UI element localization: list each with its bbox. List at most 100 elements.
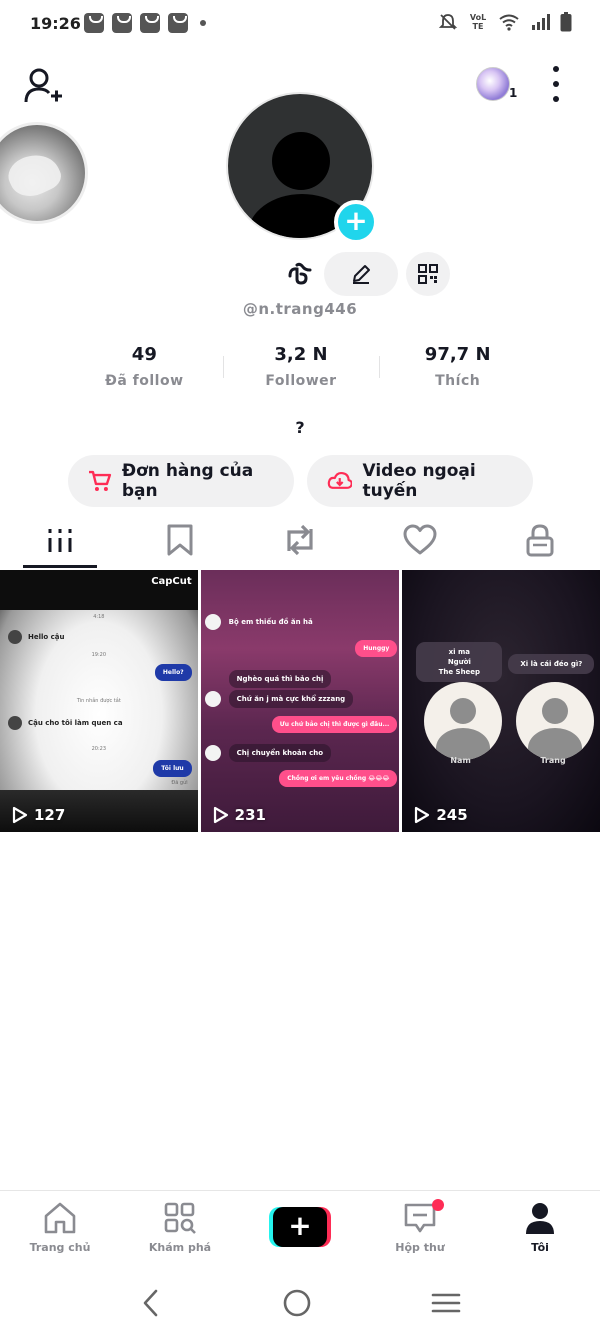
status-bar: 19:26 VoLTE <box>0 0 600 50</box>
tiktok-logo-icon[interactable] <box>286 260 314 288</box>
capcut-watermark: CapCut <box>151 576 192 587</box>
your-orders-label: Đơn hàng của bạn <box>121 461 254 501</box>
nav-create[interactable]: + <box>240 1191 360 1270</box>
shop-notification-icon <box>84 13 104 33</box>
account-switch-avatar[interactable] <box>476 67 510 101</box>
more-notifications-dot-icon <box>200 20 206 26</box>
tab-private[interactable] <box>480 510 600 570</box>
wifi-icon <box>499 14 519 31</box>
system-status-icons: VoLTE <box>438 12 572 32</box>
nav-profile-label: Tôi <box>531 1241 549 1254</box>
person-avatar <box>424 682 503 760</box>
chat-text: Chứ ăn j mà cực khổ zzzang <box>228 690 354 708</box>
video-grid: CapCut 4:18 Hello cậu 19:20 Hello? Tin n… <box>0 570 600 832</box>
status-time: 19:26 <box>30 14 81 33</box>
your-orders-button[interactable]: Đơn hàng của bạn <box>68 455 294 507</box>
likes-stat[interactable]: 97,7 N Thích <box>379 340 536 400</box>
back-icon[interactable] <box>139 1288 163 1318</box>
chat-reply: Chồng ơi em yêu chồng 😂😂😂 <box>279 770 398 787</box>
following-label: Đã follow <box>105 373 184 389</box>
story-avatar[interactable] <box>0 122 88 224</box>
chat-text: Hello cậu <box>28 633 65 641</box>
repost-icon <box>287 524 313 556</box>
offline-videos-button[interactable]: Video ngoại tuyến <box>307 455 533 507</box>
shop-notification-icon <box>140 13 160 33</box>
profile-icon <box>526 1203 554 1234</box>
chat-message: Cậu cho tôi làm quen ca <box>8 716 123 730</box>
notification-icons <box>84 13 206 33</box>
system-navigation <box>0 1272 600 1333</box>
speech-text: The Sheep <box>438 668 481 676</box>
play-icon <box>415 806 430 824</box>
signal-icon <box>532 14 550 30</box>
edit-profile-button[interactable] <box>324 252 398 296</box>
chat-timestamp: 20:23 <box>91 746 107 752</box>
profile-stats: 49 Đã follow 3,2 N Follower 97,7 N Thích <box>66 340 536 400</box>
video-thumbnail[interactable]: Bộ em thiếu đồ ăn hả Hunggy Nghèo quá th… <box>200 570 400 832</box>
home-button-icon[interactable] <box>282 1288 312 1318</box>
likes-label: Thích <box>435 373 481 389</box>
view-count-value: 127 <box>34 806 66 824</box>
pencil-icon <box>353 265 370 284</box>
nav-discover[interactable]: Khám phá <box>120 1191 240 1270</box>
battery-icon <box>560 12 572 32</box>
inbox-badge <box>432 1199 444 1211</box>
more-menu-icon[interactable] <box>546 66 566 102</box>
offline-videos-label: Video ngoại tuyến <box>362 461 476 501</box>
video-thumbnail[interactable]: xi ma Người The Sheep Xi là cái đéo gì? … <box>402 570 600 832</box>
nav-home[interactable]: Trang chủ <box>0 1191 120 1270</box>
nav-inbox[interactable]: Hộp thư <box>360 1191 480 1270</box>
tab-saved[interactable] <box>120 510 240 570</box>
video-thumbnail[interactable]: CapCut 4:18 Hello cậu 19:20 Hello? Tin n… <box>0 570 198 832</box>
person-name: Nam <box>450 756 471 765</box>
chat-reply: Tôi lưu <box>153 760 192 777</box>
chat-text: Chị chuyển khoản cho <box>228 744 332 762</box>
speech-text: Người <box>447 658 471 666</box>
account-notification-count: 1 <box>509 86 518 100</box>
view-count: 245 <box>414 806 468 824</box>
recent-apps-icon[interactable] <box>431 1291 461 1315</box>
followers-stat[interactable]: 3,2 N Follower <box>222 340 380 400</box>
chat-message: Chứ ăn j mà cực khổ zzzang <box>204 690 354 708</box>
lock-icon <box>526 524 554 557</box>
profile-bio: ? <box>295 418 305 437</box>
likes-count: 97,7 N <box>424 344 491 365</box>
mute-icon <box>438 14 458 30</box>
tab-videos[interactable] <box>0 510 120 570</box>
person-name: Trang <box>540 756 566 765</box>
nav-inbox-label: Hộp thư <box>395 1241 445 1254</box>
play-icon <box>12 806 28 824</box>
bookmark-icon <box>167 524 193 556</box>
tab-reposts[interactable] <box>240 510 360 570</box>
view-count-value: 245 <box>436 806 468 824</box>
chat-message: Hello cậu <box>8 630 65 644</box>
create-icon[interactable]: + <box>269 1207 331 1247</box>
following-stat[interactable]: 49 Đã follow <box>66 340 223 400</box>
chat-message: Nghèo quá thì bảo chị <box>228 670 332 688</box>
chat-text: Bộ em thiếu đồ ăn hả <box>228 618 313 626</box>
profile-tabs <box>0 510 600 570</box>
chat-system-note: Tin nhắn được tắt <box>76 698 121 704</box>
view-count: 231 <box>213 806 266 824</box>
nav-discover-label: Khám phá <box>148 1241 212 1254</box>
bottom-navigation: Trang chủ Khám phá + Hộp thư Tôi <box>0 1190 600 1270</box>
chat-text: Cậu cho tôi làm quen ca <box>28 719 123 727</box>
tab-liked[interactable] <box>360 510 480 570</box>
following-count: 49 <box>131 344 157 365</box>
nav-profile[interactable]: Tôi <box>480 1191 600 1270</box>
followers-count: 3,2 N <box>274 344 328 365</box>
heart-icon <box>403 524 437 555</box>
username: @n.trang446 <box>242 300 358 318</box>
volte-icon: VoLTE <box>469 13 487 31</box>
add-story-plus-button[interactable]: + <box>334 200 378 244</box>
nav-home-label: Trang chủ <box>29 1241 91 1254</box>
chat-message: Bộ em thiếu đồ ăn hả <box>204 614 313 630</box>
add-friend-icon[interactable] <box>22 64 66 108</box>
play-icon <box>213 806 228 824</box>
view-count-value: 231 <box>234 806 266 824</box>
grid-videos-icon <box>48 529 72 552</box>
chat-seen: Đã gửi <box>171 780 188 786</box>
qr-code-button[interactable] <box>406 252 450 296</box>
shopping-cart-icon <box>88 470 112 491</box>
qr-code-icon <box>418 264 438 284</box>
